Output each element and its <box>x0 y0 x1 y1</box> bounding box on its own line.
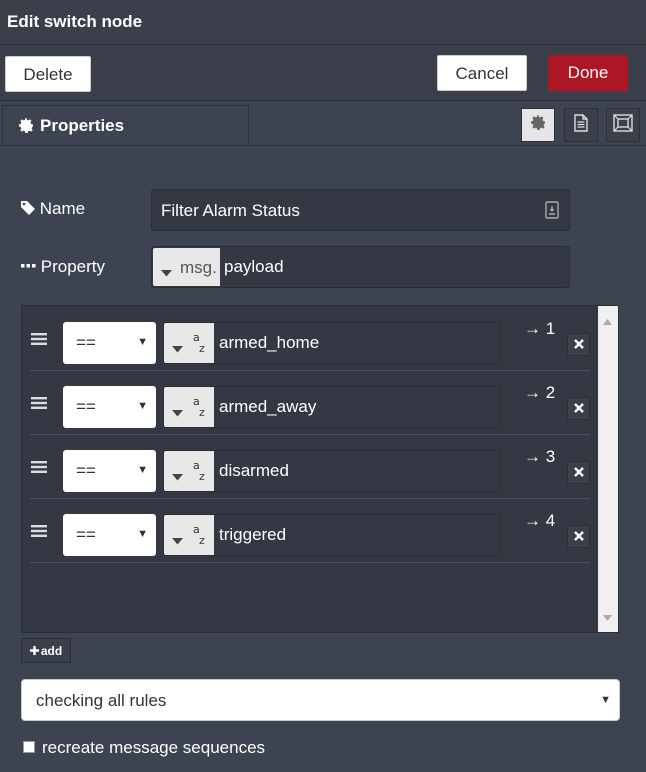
caret-down-icon <box>172 404 183 422</box>
svg-text:z: z <box>199 470 205 482</box>
check-mode-select[interactable]: checking all rules ▼ <box>21 679 620 721</box>
close-icon <box>573 528 584 546</box>
document-icon <box>545 201 559 224</box>
rules-scrollbar[interactable] <box>598 306 618 632</box>
drag-handle-icon[interactable] <box>31 524 47 543</box>
property-type-select[interactable]: msg. <box>153 248 220 286</box>
dropdown-arrow-icon: ▼ <box>137 400 148 412</box>
dropdown-arrow-icon: ▼ <box>600 694 611 706</box>
name-label: Name <box>21 199 85 219</box>
value-type-select[interactable]: az <box>164 515 214 555</box>
drag-handle-icon[interactable] <box>31 460 47 479</box>
operator-value: == <box>76 461 96 480</box>
delete-button[interactable]: Delete <box>5 56 91 92</box>
operator-value: == <box>76 397 96 416</box>
string-type-icon: az <box>193 523 207 551</box>
name-label-text: Name <box>39 199 86 218</box>
tab-properties-label: Properties <box>40 116 125 135</box>
caret-down-icon <box>172 340 183 358</box>
gear-icon <box>18 117 35 139</box>
remove-rule-button[interactable] <box>567 333 590 356</box>
recreate-sequences-label: recreate message sequences <box>42 738 266 757</box>
close-icon <box>573 400 584 418</box>
rule-value-text: disarmed <box>219 461 289 480</box>
tab-description[interactable] <box>564 108 598 142</box>
caret-down-icon <box>161 264 172 282</box>
gear-icon <box>530 114 547 136</box>
string-type-icon: az <box>193 459 207 487</box>
remove-rule-button[interactable] <box>567 525 590 548</box>
rule-value-text: armed_away <box>219 397 317 416</box>
rule-row: == ▼ az armed_away → 2 <box>30 371 590 435</box>
value-type-select[interactable]: az <box>164 387 214 427</box>
dialog-toolbar: Delete Cancel Done <box>0 45 646 101</box>
operator-select[interactable]: == ▼ <box>63 386 156 428</box>
rule-value-field[interactable]: az armed_home <box>163 322 501 364</box>
dropdown-arrow-icon: ▼ <box>137 464 148 476</box>
remove-rule-button[interactable] <box>567 397 590 420</box>
done-button[interactable]: Done <box>548 55 628 91</box>
rule-row: == ▼ az disarmed → 3 <box>30 435 590 499</box>
property-label: Property <box>21 257 105 277</box>
string-type-icon: az <box>193 331 207 359</box>
rule-output-label: → 3 <box>524 447 556 466</box>
tab-properties[interactable]: Properties <box>2 105 249 145</box>
tab-appearance[interactable] <box>606 108 640 142</box>
dialog-titlebar: Edit switch node <box>0 0 646 45</box>
rule-row: == ▼ az triggered → 4 <box>30 499 590 563</box>
svg-text:z: z <box>199 342 205 354</box>
rule-value-field[interactable]: az armed_away <box>163 386 501 428</box>
property-label-text: Property <box>40 257 105 276</box>
remove-rule-button[interactable] <box>567 461 590 484</box>
rule-value-text: armed_home <box>219 333 320 352</box>
tag-icon <box>21 199 40 218</box>
caret-down-icon <box>172 532 183 550</box>
rule-value-text: triggered <box>219 525 287 544</box>
operator-value: == <box>76 333 96 352</box>
recreate-sequences-checkbox[interactable] <box>23 741 35 753</box>
rule-value-field[interactable]: az disarmed <box>163 450 501 492</box>
caret-down-icon <box>172 468 183 486</box>
rule-row: == ▼ az armed_home → 1 <box>30 307 590 371</box>
check-mode-value: checking all rules <box>36 691 167 710</box>
cancel-button[interactable]: Cancel <box>437 55 527 91</box>
scroll-up-icon[interactable] <box>603 312 612 330</box>
drag-handle-icon[interactable] <box>31 396 47 415</box>
dialog-title: Edit switch node <box>7 12 143 31</box>
tab-bar: Properties <box>0 101 646 146</box>
dropdown-arrow-icon: ▼ <box>137 528 148 540</box>
dropdown-arrow-icon: ▼ <box>137 336 148 348</box>
scroll-down-icon[interactable] <box>603 608 612 626</box>
close-icon <box>573 464 584 482</box>
close-icon <box>573 336 584 354</box>
operator-select[interactable]: == ▼ <box>63 450 156 492</box>
appearance-icon <box>613 113 633 137</box>
rule-output-label: → 2 <box>524 383 556 402</box>
add-rule-label: add <box>40 643 63 658</box>
svg-text:z: z <box>199 406 205 418</box>
ellipsis-icon <box>21 257 41 276</box>
name-field-value: Filter Alarm Status <box>161 201 300 220</box>
description-icon <box>573 113 589 137</box>
property-type-text: msg. <box>180 258 217 277</box>
rules-list: == ▼ az armed_home → 1 == ▼ a z armed_aw… <box>21 305 619 633</box>
operator-select[interactable]: == ▼ <box>63 514 156 556</box>
add-rule-button[interactable]: add <box>21 638 71 663</box>
drag-handle-icon[interactable] <box>31 332 47 351</box>
property-value: payload <box>224 257 284 276</box>
property-field[interactable]: msg. payload <box>151 246 570 288</box>
rule-value-field[interactable]: az triggered <box>163 514 501 556</box>
value-type-select[interactable]: az <box>164 323 214 363</box>
value-type-select[interactable]: az <box>164 451 214 491</box>
operator-select[interactable]: == ▼ <box>63 322 156 364</box>
svg-text:z: z <box>199 534 205 546</box>
rule-output-label: → 1 <box>524 319 556 338</box>
plus-icon <box>29 644 39 658</box>
rule-output-label: → 4 <box>524 511 556 530</box>
tab-gear[interactable] <box>521 108 555 142</box>
string-type-icon: az <box>193 395 207 423</box>
name-field[interactable]: Filter Alarm Status <box>151 189 570 231</box>
operator-value: == <box>76 525 96 544</box>
